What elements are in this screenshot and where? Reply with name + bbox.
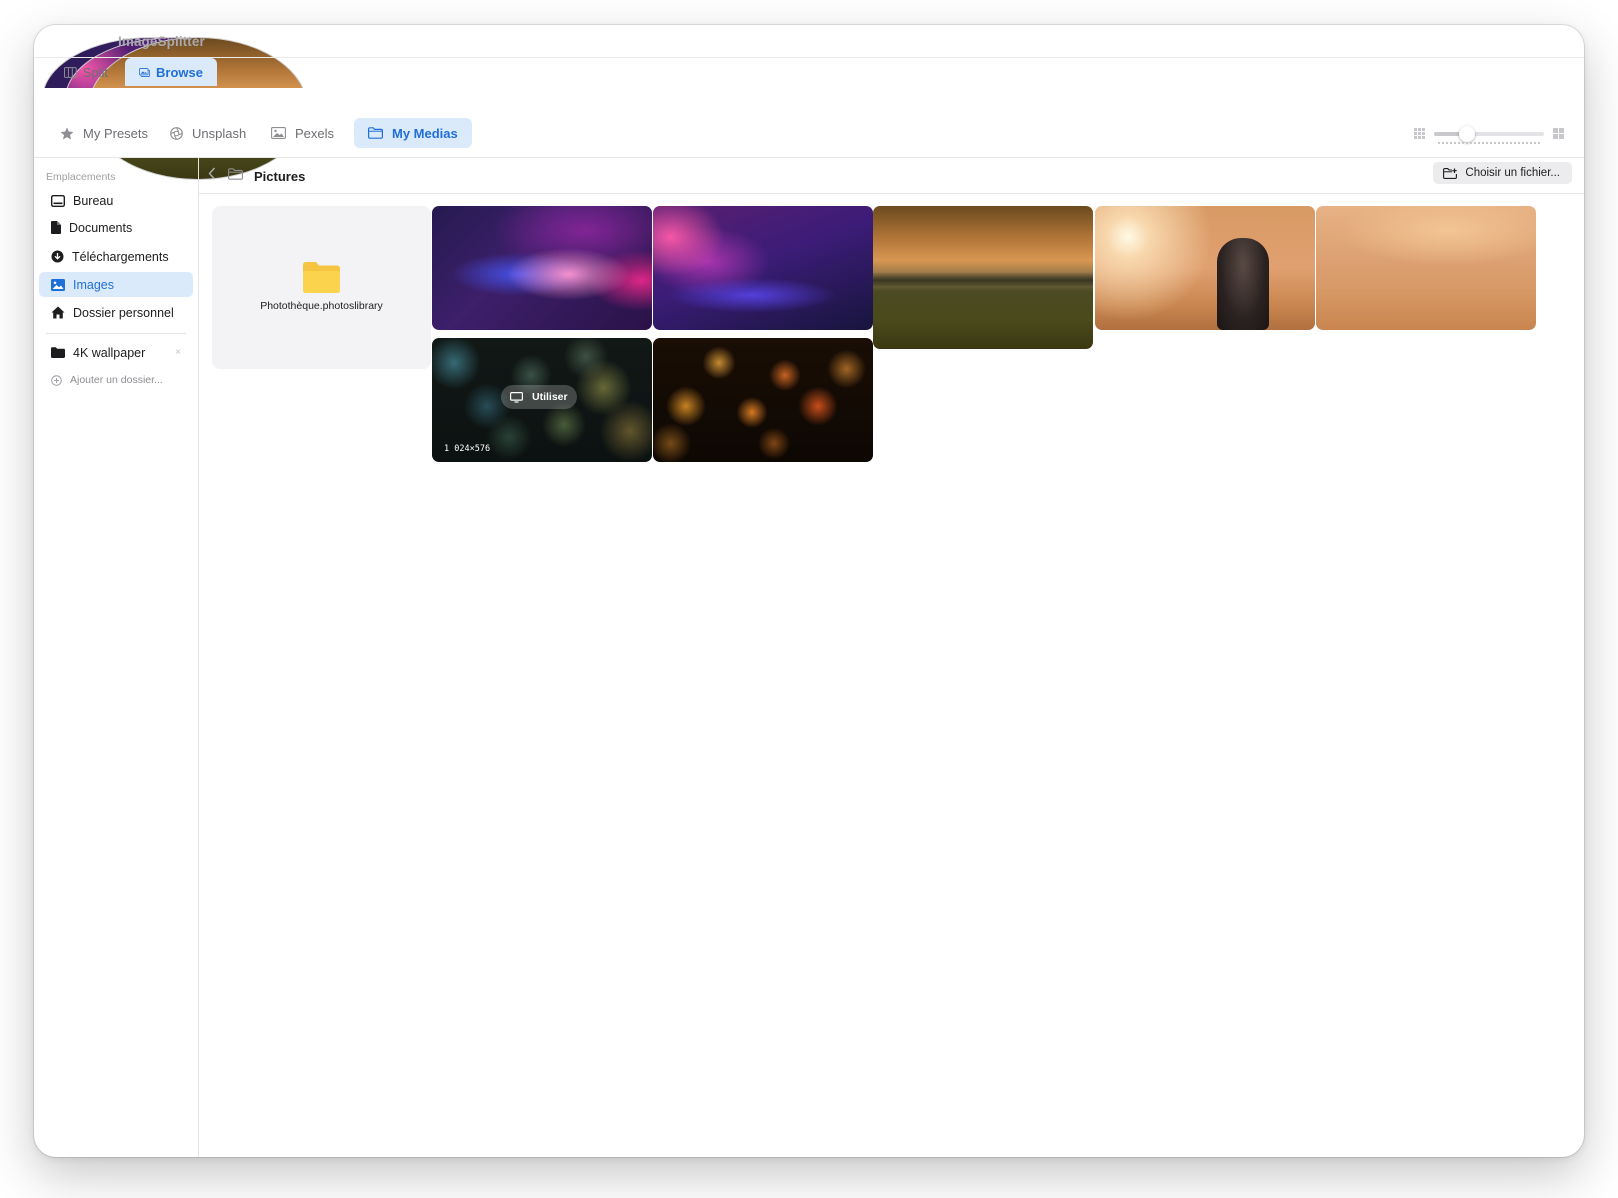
image-thumbnail-orange-sky[interactable] (1316, 206, 1536, 330)
star-icon (60, 127, 74, 139)
sidebar-item-label: Images (73, 277, 114, 292)
tab-split-label: Split (82, 64, 108, 80)
use-image-label: Utiliser (532, 391, 568, 403)
sidebar-item-dossier-personnel[interactable]: Dossier personnel (39, 300, 193, 325)
aperture-icon (170, 126, 183, 140)
sidebar-item-label: Dossier personnel (73, 305, 174, 320)
sidebar-item-label: 4K wallpaper (73, 345, 146, 360)
window-title: ImageSplitter (118, 34, 205, 49)
sidebar-item-4k-wallpaper[interactable]: 4K wallpaper × (39, 340, 193, 365)
desktop-icon (51, 194, 65, 207)
large-grid-icon (1553, 128, 1564, 139)
sidebar-item-documents[interactable]: Documents (39, 215, 193, 240)
title-bar: ImageSplitter (34, 25, 1584, 180)
image-thumbnail-gorilla[interactable] (1095, 206, 1315, 330)
tab-my-medias[interactable]: My Medias (354, 118, 472, 148)
image-icon (51, 278, 65, 291)
add-folder-label: Ajouter un dossier... (70, 374, 163, 386)
folder-icon (368, 127, 383, 139)
main-tab-bar: Split Browse (34, 57, 1584, 89)
sidebar-item-bureau[interactable]: Bureau (39, 188, 193, 213)
folder-icon (51, 347, 65, 358)
chevron-left-icon[interactable] (208, 167, 216, 180)
home-icon (51, 306, 65, 319)
tab-unsplash-label: Unsplash (192, 125, 247, 141)
plus-circle-icon (51, 374, 62, 386)
sidebar-item-label: Bureau (73, 193, 114, 208)
image-thumbnail-savanna-field[interactable] (873, 206, 1093, 349)
add-folder-button[interactable]: Ajouter un dossier... (51, 374, 163, 386)
document-icon (51, 221, 61, 234)
use-image-button[interactable]: Utiliser (501, 385, 577, 409)
sidebar-item-label: Documents (69, 220, 133, 235)
folder-plus-icon (1443, 167, 1458, 179)
app-window: ImageSplitter Split Browse My Presets Un… (34, 25, 1584, 1157)
split-columns-icon (64, 66, 77, 78)
sidebar-heading: Emplacements (46, 171, 116, 183)
small-grid-icon (1414, 128, 1425, 139)
tab-pexels[interactable]: Pexels (257, 118, 348, 148)
yellow-folder-icon (303, 262, 340, 293)
download-icon (51, 250, 64, 263)
source-tab-bar: My Presets Unsplash Pexels My Medias (34, 88, 1584, 158)
tab-split[interactable]: Split (50, 58, 122, 86)
image-thumbnail-bokeh-green[interactable]: Utiliser 1 024×576 (432, 338, 652, 462)
folder-icon (228, 168, 243, 180)
image-thumbnail-nebula-purple[interactable] (653, 206, 873, 330)
sidebar: Emplacements Bureau Documents Télécharge… (34, 158, 199, 1157)
sidebar-item-images[interactable]: Images (39, 272, 193, 297)
tab-pexels-label: Pexels (295, 125, 335, 141)
current-folder-title: Pictures (254, 169, 306, 184)
folder-tile-photolibrary[interactable]: Photothèque.photoslibrary (212, 206, 431, 369)
image-thumbnail-bokeh-orange[interactable] (653, 338, 873, 462)
media-grid: Photothèque.photoslibrary Utiliser 1 024… (199, 194, 1584, 1157)
treeline (873, 271, 1093, 286)
gorilla-figure (1217, 238, 1269, 330)
photo-icon (271, 127, 286, 139)
path-bar: Pictures Choisir un fichier... (199, 158, 1584, 194)
sidebar-divider (46, 333, 186, 334)
thumbnail-size-slider[interactable] (1414, 124, 1564, 144)
choose-file-label: Choisir un fichier... (1465, 167, 1560, 179)
slider-ticks (1438, 139, 1540, 144)
sidebar-item-label: Téléchargements (72, 249, 169, 264)
tab-my-presets-label: My Presets (83, 125, 149, 141)
slider-track[interactable] (1434, 126, 1544, 142)
monitor-icon (510, 391, 523, 403)
image-dimensions: 1 024×576 (444, 444, 491, 454)
remove-folder-icon[interactable]: × (175, 347, 181, 358)
tab-browse[interactable]: Browse (125, 58, 217, 86)
tab-my-medias-label: My Medias (392, 125, 458, 141)
browse-photos-icon (139, 67, 151, 77)
tab-my-presets[interactable]: My Presets (46, 118, 162, 148)
choose-file-button[interactable]: Choisir un fichier... (1433, 162, 1572, 184)
image-thumbnail-nebula-pink-blue[interactable] (432, 206, 652, 330)
folder-tile-label: Photothèque.photoslibrary (260, 300, 383, 312)
sidebar-item-telechargements[interactable]: Téléchargements (39, 244, 193, 269)
tab-browse-label: Browse (156, 64, 203, 80)
tab-unsplash[interactable]: Unsplash (156, 118, 260, 148)
